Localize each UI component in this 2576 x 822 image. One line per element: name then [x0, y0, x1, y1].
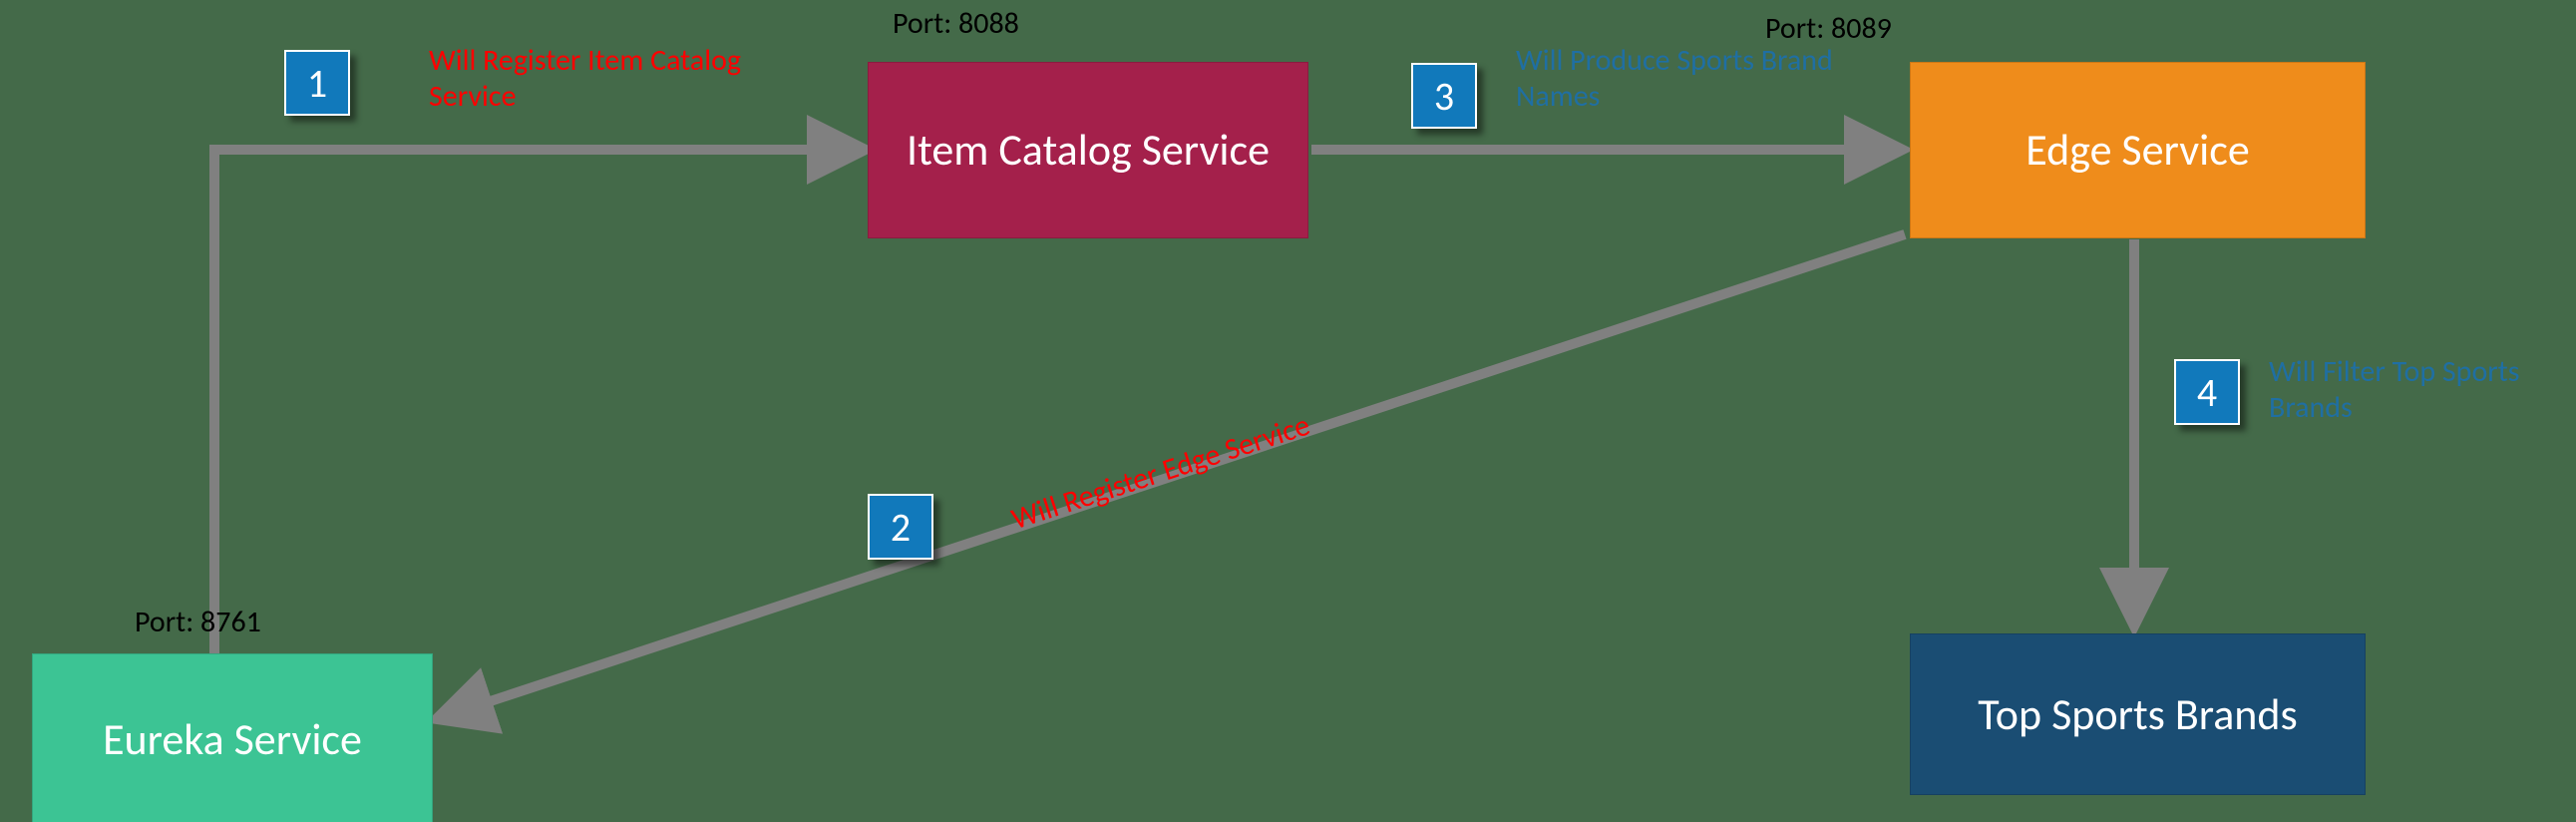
service-topsports: Top Sports Brands [1910, 633, 2366, 795]
step-badge-2-num: 2 [891, 503, 911, 552]
service-eureka-label: Eureka Service [103, 713, 362, 766]
annotation-step-4: Will Filter Top Sports Brands [2269, 354, 2528, 426]
step-badge-4: 4 [2174, 359, 2240, 425]
service-eureka: Eureka Service [32, 653, 433, 822]
port-label-eureka: Port: 8761 [135, 604, 261, 640]
service-edge: Edge Service [1910, 62, 2366, 238]
step-badge-4-num: 4 [2197, 368, 2217, 417]
step-badge-1: 1 [284, 50, 350, 116]
service-itemcatalog: Item Catalog Service [868, 62, 1308, 238]
step-badge-1-num: 1 [307, 59, 327, 108]
step-badge-2: 2 [868, 494, 933, 560]
service-itemcatalog-label: Item Catalog Service [907, 124, 1270, 177]
port-label-itemcatalog: Port: 8088 [893, 5, 1019, 42]
annotation-step-2: Will Register Edge Service [1007, 408, 1314, 539]
annotation-step-1: Will Register Item Catalog Service [429, 43, 758, 115]
service-topsports-label: Top Sports Brands [1978, 688, 2297, 741]
arrow-eureka-to-itemcatalog [214, 150, 863, 658]
annotation-step-3: Will Produce Sports Brand Names [1516, 43, 1855, 115]
step-badge-3-num: 3 [1434, 72, 1454, 121]
service-edge-label: Edge Service [2025, 124, 2249, 177]
step-badge-3: 3 [1411, 63, 1477, 129]
